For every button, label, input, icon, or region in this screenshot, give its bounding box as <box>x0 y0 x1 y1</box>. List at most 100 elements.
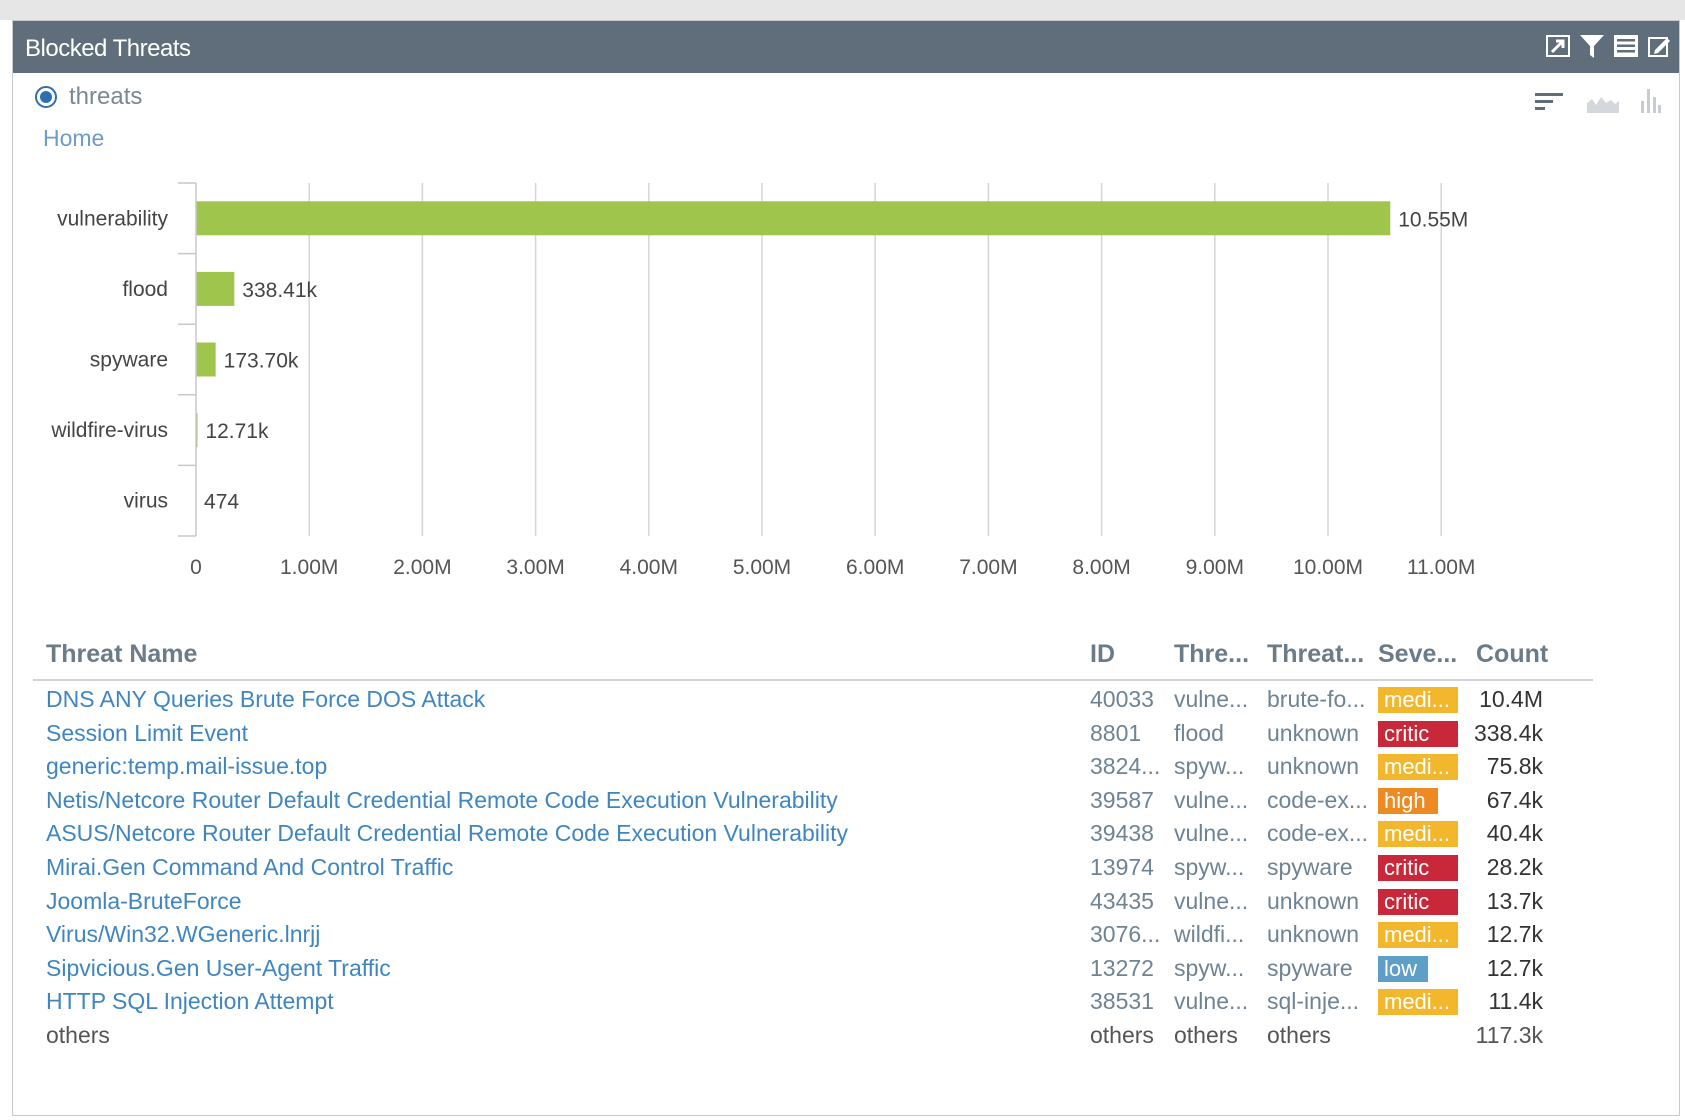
category-label: vulnerability <box>57 207 168 230</box>
area-chart-icon[interactable] <box>1587 91 1619 118</box>
x-tick-label: 5.00M <box>733 556 791 579</box>
bar-value-label: 474 <box>204 491 239 514</box>
edit-icon[interactable] <box>1645 31 1675 61</box>
threat-count: 10.4M <box>1479 686 1543 712</box>
table-row[interactable]: Joomla-BruteForce 43435 vulne... unknown cri… <box>33 885 1593 919</box>
threat-category: brute-fo... <box>1267 686 1366 712</box>
threat-id: 3824... <box>1090 753 1161 780</box>
threat-id: others <box>1090 1021 1154 1048</box>
threat-id: 40033 <box>1090 686 1154 712</box>
filter-icon[interactable] <box>1577 31 1607 61</box>
x-tick-label: 0 <box>190 556 202 579</box>
breadcrumb-home[interactable]: Home <box>43 125 104 152</box>
table-row[interactable]: ASUS/Netcore Router Default Credential R… <box>33 817 1593 851</box>
threats-radio[interactable]: threats <box>35 83 142 111</box>
widget-header: Blocked Threats <box>13 21 1679 73</box>
threat-name-others: others <box>46 1021 110 1048</box>
x-tick-label: 4.00M <box>620 556 678 579</box>
chart-gridlines <box>308 183 1442 536</box>
table-row[interactable]: generic:temp.mail-issue.top 3824... spyw..… <box>33 750 1593 784</box>
bar[interactable] <box>196 201 1391 236</box>
x-tick-label: 3.00M <box>506 556 564 579</box>
table-header: Threat Name ID Thre... Threat... Seve...… <box>33 634 1593 681</box>
severity-badge: high <box>1378 787 1438 814</box>
chart-view-toggle <box>1535 87 1661 118</box>
threat-name-link[interactable]: Sipvicious.Gen User-Agent Traffic <box>46 955 946 982</box>
popout-icon[interactable] <box>1543 31 1573 61</box>
threat-category: spyware <box>1267 853 1353 880</box>
severity-badge: low <box>1378 955 1428 982</box>
threat-name-link[interactable]: Netis/Netcore Router Default Credential … <box>46 787 946 814</box>
bar-value-label: 338.41k <box>242 279 317 302</box>
threat-category: unknown <box>1267 719 1360 746</box>
threat-type: vulne... <box>1174 820 1249 847</box>
threat-id: 13272 <box>1090 954 1154 981</box>
threat-count: 67.4k <box>1486 786 1543 813</box>
bar-value-label: 173.70k <box>224 350 299 373</box>
threat-type: spyw... <box>1174 753 1245 780</box>
threat-count: 117.3k <box>1475 1021 1543 1048</box>
header-toolbar <box>1543 31 1675 61</box>
x-tick-label: 2.00M <box>393 556 451 579</box>
threat-name-link[interactable]: Session Limit Event <box>46 720 946 747</box>
bar[interactable] <box>196 342 216 377</box>
table-row[interactable]: Sipvicious.Gen User-Agent Traffic 13272 sp… <box>33 952 1593 986</box>
category-label: spyware <box>90 349 168 372</box>
col-header-severity[interactable]: Seve... <box>1378 640 1468 669</box>
threats-table: Threat Name ID Thre... Threat... Seve...… <box>33 634 1593 1053</box>
x-tick-label: 8.00M <box>1072 556 1130 579</box>
list-view-icon[interactable] <box>1611 31 1641 61</box>
threat-type: vulne... <box>1174 786 1249 813</box>
threat-name-link[interactable]: generic:temp.mail-issue.top <box>46 753 946 780</box>
col-header-threat-type[interactable]: Thre... <box>1174 640 1260 669</box>
bar[interactable] <box>196 271 235 306</box>
table-row[interactable]: HTTP SQL Injection Attempt 38531 vulne... s… <box>33 985 1593 1019</box>
table-row[interactable]: Session Limit Event 8801 flood unknown criti… <box>33 717 1593 751</box>
threat-name-link[interactable]: HTTP SQL Injection Attempt <box>46 988 946 1015</box>
x-tick-label: 10.00M <box>1293 556 1363 579</box>
threat-type: wildfi... <box>1174 921 1245 948</box>
table-body: DNS ANY Queries Brute Force DOS Attack 40… <box>33 683 1593 1053</box>
column-chart-icon[interactable] <box>1641 87 1661 118</box>
threat-category: unknown <box>1267 887 1360 914</box>
radio-button[interactable] <box>35 86 57 108</box>
category-label: virus <box>124 490 168 513</box>
threat-count: 75.8k <box>1486 753 1543 780</box>
col-header-threat-name[interactable]: Threat Name <box>46 640 546 669</box>
table-row[interactable]: DNS ANY Queries Brute Force DOS Attack 40… <box>33 683 1593 717</box>
threat-category: unknown <box>1267 753 1360 780</box>
threat-id: 43435 <box>1090 887 1154 914</box>
threat-count: 338.4k <box>1473 719 1543 746</box>
threat-type: spyw... <box>1174 853 1245 880</box>
threat-count: 40.4k <box>1486 820 1543 847</box>
table-row-others[interactable]: others others others others 117.3k <box>33 1019 1593 1053</box>
threat-name-link[interactable]: Joomla-BruteForce <box>46 888 946 915</box>
threat-name-link[interactable]: DNS ANY Queries Brute Force DOS Attack <box>46 686 946 713</box>
threat-category: others <box>1267 1021 1331 1048</box>
threat-name-link[interactable]: Mirai.Gen Command And Control Traffic <box>46 854 946 881</box>
threat-id: 3076... <box>1090 921 1161 948</box>
threat-count: 11.4k <box>1488 988 1543 1015</box>
threat-id: 8801 <box>1090 719 1142 746</box>
chart-bars: 10.55M 338.41k 173.70k 12.71k 474 <box>196 201 1468 514</box>
threat-category: spyware <box>1267 954 1353 981</box>
horizontal-bar-chart-icon[interactable] <box>1535 91 1565 118</box>
widget-title: Blocked Threats <box>25 35 191 62</box>
threat-type: others <box>1174 1021 1238 1048</box>
threat-count: 13.7k <box>1486 887 1543 914</box>
threat-count: 12.7k <box>1486 921 1543 948</box>
col-header-threat-category[interactable]: Threat... <box>1267 640 1371 669</box>
x-tick-label: 9.00M <box>1186 556 1244 579</box>
col-header-id[interactable]: ID <box>1090 640 1160 669</box>
threat-category: sql-inje... <box>1267 988 1360 1015</box>
radio-label: threats <box>69 83 143 110</box>
threat-type: vulne... <box>1174 988 1249 1015</box>
table-row[interactable]: Mirai.Gen Command And Control Traffic 139… <box>33 851 1593 885</box>
threat-type: spyw... <box>1174 954 1245 981</box>
threat-type-bar-chart: 10.55M 338.41k 173.70k 12.71k 474 0 1.00M 2.00… <box>50 182 1475 579</box>
threat-name-link[interactable]: Virus/Win32.WGeneric.lnrjj <box>46 921 946 948</box>
threat-name-link[interactable]: ASUS/Netcore Router Default Credential R… <box>46 820 946 847</box>
col-header-count[interactable]: Count <box>1476 640 1556 669</box>
table-row[interactable]: Virus/Win32.WGeneric.lnrjj 3076... wildfi.… <box>33 918 1593 952</box>
table-row[interactable]: Netis/Netcore Router Default Credential … <box>33 784 1593 818</box>
